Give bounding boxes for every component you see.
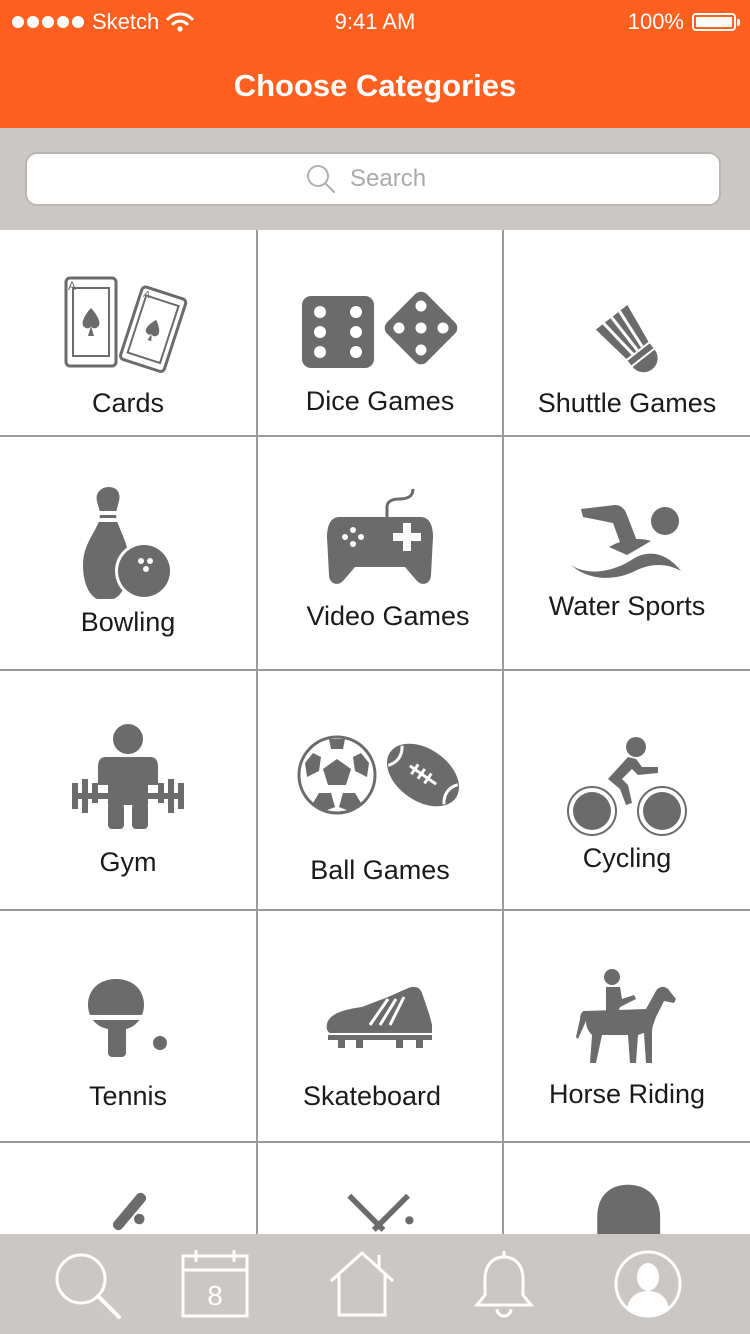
category-label: Ball Games <box>310 855 450 885</box>
home-icon <box>329 1250 395 1317</box>
category-label: Cycling <box>582 843 672 873</box>
battery-percent: 100% <box>627 9 684 34</box>
swimmer-icon <box>571 505 681 578</box>
svg-text:A: A <box>68 279 76 293</box>
category-tennis[interactable]: Tennis <box>0 911 256 1141</box>
category-partial-cricket[interactable] <box>0 1143 256 1234</box>
category-label: Video Games <box>306 601 470 631</box>
sport-shoe-icon <box>326 986 432 1048</box>
horse-rider-icon <box>576 969 676 1063</box>
playing-cards-icon: A A <box>64 276 188 373</box>
category-label: Water Sports <box>548 591 706 621</box>
category-partial-hockey[interactable] <box>258 1143 502 1234</box>
gamepad-icon <box>327 488 433 584</box>
tab-bar: 8 <box>0 1234 750 1334</box>
profile-icon <box>614 1250 682 1318</box>
balls-icon <box>297 735 460 815</box>
weightlifter-icon <box>72 724 184 829</box>
calendar-day: 8 <box>207 1280 223 1311</box>
search-icon <box>55 1253 121 1319</box>
category-skateboard[interactable]: Skateboard <box>258 911 502 1141</box>
bowling-icon <box>83 487 173 600</box>
page-title: Choose Categories <box>233 68 517 103</box>
category-water-sports[interactable]: Water Sports <box>504 437 750 669</box>
category-label: Shuttle Games <box>537 388 717 418</box>
category-dice-games[interactable]: Dice Games <box>258 230 502 435</box>
category-grid: A A Cards Dice Games Shuttle Games Bowli… <box>0 230 750 1234</box>
search-icon <box>307 165 335 193</box>
battery-icon <box>692 13 740 31</box>
category-label: Tennis <box>88 1081 168 1111</box>
app-header: Sketch 9:41 AM 100% Choose Categories <box>0 0 750 128</box>
category-label: Skateboard <box>302 1081 442 1111</box>
shuttlecock-icon <box>595 304 658 373</box>
tab-notifications[interactable] <box>464 1246 544 1322</box>
tab-profile[interactable] <box>608 1246 688 1322</box>
category-cycling[interactable]: Cycling <box>504 671 750 909</box>
search-input[interactable] <box>350 165 440 193</box>
category-label: Gym <box>99 847 157 877</box>
category-cards[interactable]: A A Cards <box>0 230 256 435</box>
category-partial-boxing[interactable] <box>504 1143 750 1234</box>
search-bar <box>0 128 750 230</box>
bell-icon <box>473 1251 535 1318</box>
search-field[interactable] <box>25 152 721 206</box>
category-bowling[interactable]: Bowling <box>0 437 256 669</box>
category-label: Horse Riding <box>548 1079 706 1109</box>
category-label: Dice Games <box>305 386 455 416</box>
tab-calendar[interactable]: 8 <box>175 1246 255 1322</box>
category-label: Bowling <box>80 607 176 637</box>
cyclist-icon <box>567 737 687 836</box>
tab-home[interactable] <box>322 1246 402 1322</box>
hockey-sticks-icon <box>347 1193 414 1232</box>
cricket-bat-icon <box>112 1192 147 1231</box>
category-shuttle-games[interactable]: Shuttle Games <box>504 230 750 435</box>
category-horse-riding[interactable]: Horse Riding <box>504 911 750 1141</box>
dice-icon <box>302 291 458 368</box>
tab-search[interactable] <box>46 1246 126 1322</box>
category-label: Cards <box>91 388 165 418</box>
category-ball-games[interactable]: Ball Games <box>258 671 502 909</box>
status-bar: Sketch 9:41 AM 100% <box>0 0 750 44</box>
category-gym[interactable]: Gym <box>0 671 256 909</box>
table-tennis-icon <box>88 979 167 1057</box>
boxing-glove-icon <box>597 1184 661 1234</box>
category-video-games[interactable]: Video Games <box>258 437 502 669</box>
